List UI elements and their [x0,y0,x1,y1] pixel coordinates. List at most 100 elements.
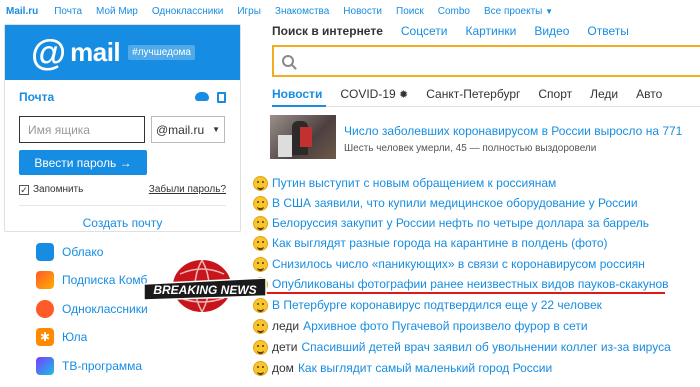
mailru-logo[interactable]: Mail.ru [6,6,38,17]
topnav-igry[interactable]: Игры [237,6,261,17]
topnav-novosti[interactable]: Новости [343,6,382,17]
smiley-icon [253,360,268,376]
news-item[interactable]: леди Архивное фото Пугачевой произвело фу… [253,317,588,335]
smiley-icon [253,318,268,334]
tab-covid-label: COVID-19 [340,87,396,101]
topnav-moy-mir[interactable]: Мой Мир [96,6,138,17]
smiley-icon [253,195,268,211]
service-label: Облако [62,245,104,259]
tab-news[interactable]: Новости [272,87,322,101]
news-text: В США заявили, что купили медицинское об… [272,196,638,210]
remember-label: Запомнить [33,184,84,195]
topnav-combo[interactable]: Combo [438,6,470,17]
enter-password-button[interactable]: Ввести пароль → [19,150,147,175]
service-label: Юла [62,330,88,344]
news-item[interactable]: дети Спасивший детей врач заявил об уволь… [253,338,671,356]
combo-service-icon [36,271,54,289]
news-item[interactable]: Белоруссия закупит у России нефть по чет… [253,214,649,232]
smiley-icon [253,175,268,191]
at-logo-icon: @ [31,31,67,73]
news-item[interactable]: Опубликованы фотографии ранее неизвестны… [253,275,669,293]
news-text: Как выглядят разные города на карантине … [272,236,608,250]
news-item[interactable]: Как выглядят разные города на карантине … [253,234,608,252]
chevron-down-icon: ▼ [545,6,554,16]
tv-service-icon [36,357,54,375]
topnav-all-projects[interactable]: Все проекты ▼ [484,6,553,17]
news-text: Белоруссия закупит у России нефть по чет… [272,216,649,230]
checkmark-icon: ✓ [19,184,29,195]
top-nav: Mail.ru Почта Мой Мир Одноклассники Игры… [0,0,700,22]
forgot-password-link[interactable]: Забыли пароль? [149,184,226,195]
news-tabs: Новости COVID-19 ✹ Санкт-Петербург Спорт… [272,84,680,104]
news-text: Архивное фото Пугачевой произвело фурор … [303,319,588,333]
virus-icon: ✹ [399,89,409,101]
lead-news-subtitle: Шесть человек умерли, 45 — полностью выз… [344,143,597,154]
topnav-pochta[interactable]: Почта [54,6,82,17]
news-item[interactable]: В США заявили, что купили медицинское об… [253,194,638,212]
smiley-icon [253,215,268,231]
tab-images[interactable]: Картинки [465,24,516,42]
mail-logo-word: mail [70,37,121,67]
news-category: дети [272,340,298,354]
tab-web-search[interactable]: Поиск в интернете [272,24,383,42]
service-cloud[interactable]: Облако [36,241,103,263]
active-tab-indicator [272,105,326,107]
news-text: Как выглядит самый маленький город Росси… [297,361,553,375]
tab-sport[interactable]: Спорт [538,87,572,101]
news-item[interactable]: Путин выступит с новым обращением к росс… [253,174,556,192]
remember-checkbox[interactable]: ✓ Запомнить [19,184,83,195]
tab-spb[interactable]: Санкт-Петербург [426,87,520,101]
mail-logo-banner: @ mail #лучшедома [5,25,240,80]
news-category: дом [272,361,294,375]
news-tabs-divider [272,105,700,107]
news-text: Снизилось число «паникующих» в связи с к… [272,257,645,271]
youla-service-icon: ✱ [36,328,54,346]
lead-news-photo[interactable] [270,115,336,159]
mail-label: Почта [19,90,55,104]
service-combo[interactable]: Подписка Комб [36,269,147,291]
calendar-icon[interactable] [217,91,226,103]
chevron-down-icon: ▼ [212,125,220,134]
news-item[interactable]: дом Как выглядит самый маленький город Ро… [253,359,552,377]
create-mail-link[interactable]: Создать почту [19,205,226,230]
smiley-icon [253,235,268,251]
lead-news-title[interactable]: Число заболевших коронавирусом в России … [344,124,682,138]
search-input[interactable] [272,45,700,77]
login-box: @ mail #лучшедома Почта Имя ящика @mail.… [4,24,241,232]
tab-auto[interactable]: Авто [636,87,662,101]
news-category: леди [272,319,300,333]
all-projects-label: Все проекты [483,5,543,17]
topnav-poisk[interactable]: Поиск [396,6,424,17]
service-tv[interactable]: ТВ-программа [36,355,142,377]
news-item[interactable]: Снизилось число «паникующих» в связи с к… [253,255,645,273]
breaking-news-text: BREAKING NEWS [153,283,256,297]
news-item[interactable]: В Петербурге коронавирус подтвердился ещ… [253,296,602,314]
domain-value: @mail.ru [156,122,205,137]
cloud-icon[interactable] [195,91,209,101]
breaking-news-badge: BREAKING NEWS [143,258,267,314]
red-underline [253,292,665,294]
search-tabs: Поиск в интернете Соцсети Картинки Видео… [272,24,647,42]
news-text: Опубликованы фотографии ранее неизвестны… [272,277,669,291]
news-text: В Петербурге коронавирус подтвердился ещ… [272,298,602,312]
username-input[interactable]: Имя ящика [19,116,145,143]
domain-select[interactable]: @mail.ru ▼ [151,116,225,143]
tab-answers[interactable]: Ответы [587,24,628,42]
topnav-znakomstva[interactable]: Знакомства [275,6,329,17]
service-label: Подписка Комб [62,273,148,287]
service-label: Одноклассники [62,302,148,316]
smiley-icon [253,339,268,355]
news-text: Путин выступит с новым обращением к росс… [272,176,557,190]
service-youla[interactable]: ✱ Юла [36,326,87,348]
tab-social[interactable]: Соцсети [401,24,448,42]
tab-covid[interactable]: COVID-19 ✹ [340,87,408,101]
tab-ladies[interactable]: Леди [590,87,618,101]
service-label: ТВ-программа [62,359,143,373]
topnav-odnoklassniki[interactable]: Одноклассники [152,6,223,17]
tab-video[interactable]: Видео [534,24,569,42]
hashtag-badge: #лучшедома [128,45,195,60]
news-text: Спасивший детей врач заявил об увольнени… [301,340,671,354]
search-icon [282,55,294,67]
service-odnoklassniki[interactable]: Одноклассники [36,298,148,320]
cloud-service-icon [36,243,54,261]
